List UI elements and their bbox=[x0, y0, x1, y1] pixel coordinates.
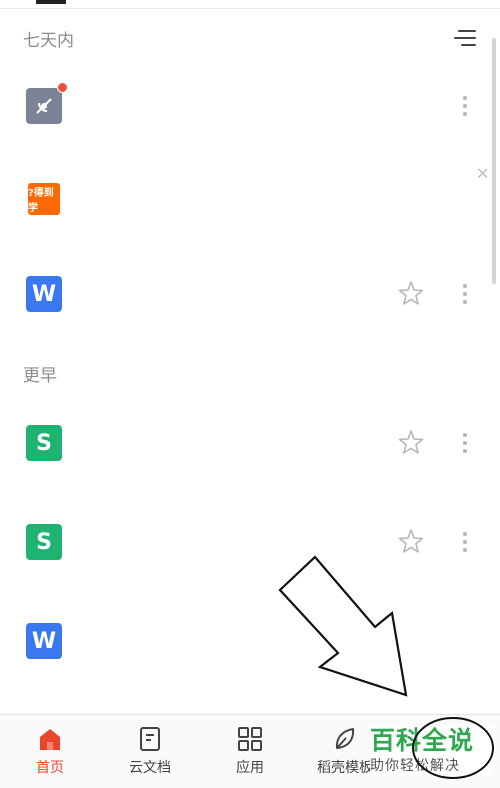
tab-cloud-doc[interactable]: 云文档 bbox=[110, 725, 190, 777]
annotation-arrow-icon bbox=[278, 555, 408, 697]
scrollbar[interactable] bbox=[492, 38, 496, 284]
star-icon[interactable] bbox=[398, 429, 424, 455]
tab-apps[interactable]: 应用 bbox=[210, 725, 290, 777]
star-icon[interactable] bbox=[398, 280, 424, 306]
ad-item[interactable]: ?得到学 bbox=[0, 155, 490, 245]
more-options-icon[interactable] bbox=[459, 433, 471, 455]
apps-grid-icon bbox=[210, 725, 290, 753]
home-icon bbox=[10, 725, 90, 753]
more-options-icon[interactable] bbox=[459, 96, 471, 118]
writer-doc-icon: W bbox=[26, 276, 62, 312]
ad-app-icon: ?得到学 bbox=[28, 183, 60, 215]
list-item[interactable]: S bbox=[0, 397, 490, 487]
more-options-icon[interactable] bbox=[459, 532, 471, 554]
list-item[interactable] bbox=[0, 60, 490, 150]
list-item[interactable]: W bbox=[0, 248, 490, 338]
sort-menu-icon[interactable] bbox=[452, 28, 476, 48]
section-header-recent: 七天内 bbox=[23, 31, 74, 51]
notification-dot bbox=[57, 82, 68, 93]
spreadsheet-icon: S bbox=[26, 425, 62, 461]
star-icon[interactable] bbox=[398, 528, 424, 554]
tab-home[interactable]: 首页 bbox=[10, 725, 90, 777]
spreadsheet-icon: S bbox=[26, 524, 62, 560]
section-header-earlier: 更早 bbox=[23, 366, 57, 386]
tab-indicator bbox=[36, 0, 66, 4]
more-options-icon[interactable] bbox=[459, 284, 471, 306]
satellite-app-icon bbox=[26, 88, 62, 124]
close-ad-icon[interactable]: ✕ bbox=[476, 164, 489, 183]
writer-doc-icon: W bbox=[26, 623, 62, 659]
cloud-doc-icon bbox=[110, 725, 190, 753]
annotation-oval-icon bbox=[412, 717, 494, 779]
top-divider bbox=[0, 0, 500, 9]
